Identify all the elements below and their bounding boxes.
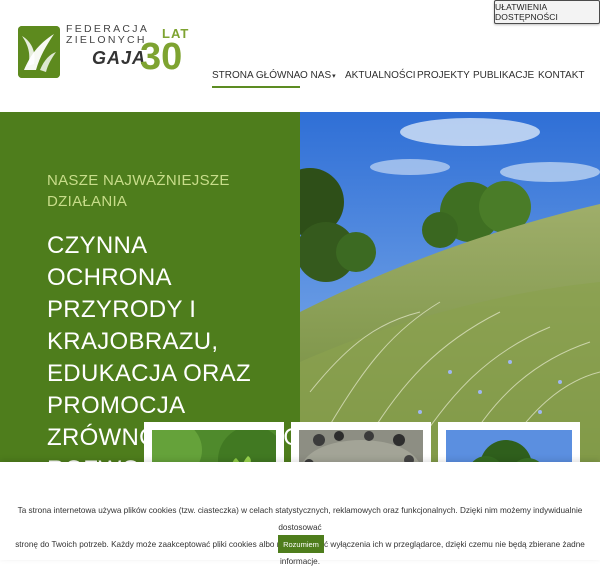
nav-item-projects[interactable]: PROJEKTY xyxy=(417,66,470,86)
hero-headline-line: KRAJOBRAZU, xyxy=(47,328,219,355)
cookie-banner: Ta strona internetowa używa plików cooki… xyxy=(0,462,600,566)
hero-text-panel: NASZE NAJWAŻNIEJSZE DZIAŁANIA CZYNNA OCH… xyxy=(0,112,300,462)
hero-section: NASZE NAJWAŻNIEJSZE DZIAŁANIA CZYNNA OCH… xyxy=(0,112,600,462)
hero-headline-line: CZYNNA xyxy=(47,232,148,259)
site-header: UŁATWIENIA DOSTĘPNOŚCI FEDERACJA ZIELONY… xyxy=(0,0,600,112)
cookie-message-line-1: Ta strona internetowa używa plików cooki… xyxy=(17,506,583,532)
leaf-logo-icon xyxy=(18,26,60,78)
cookie-accept-button[interactable]: Rozumiem xyxy=(278,535,324,553)
hero-kicker: NASZE NAJWAŻNIEJSZE DZIAŁANIA xyxy=(47,170,267,212)
nav-item-home[interactable]: STRONA GŁÓWNA xyxy=(212,66,301,88)
nav-item-contact[interactable]: KONTAKT xyxy=(538,66,584,86)
hero-headline-line: OCHRONA xyxy=(47,264,172,291)
nav-item-label: PUBLIKACJE xyxy=(473,70,535,81)
logo-line-2: ZIELONYCH xyxy=(66,34,147,46)
site-logo[interactable]: FEDERACJA ZIELONYCH GAJA LAT 30 xyxy=(18,24,188,82)
hero-headline-line: PRZYRODY I xyxy=(47,296,197,323)
nav-item-label: AKTUALNOŚCI xyxy=(345,70,416,81)
nav-item-news[interactable]: AKTUALNOŚCI xyxy=(345,66,416,86)
logo-wordmark: FEDERACJA ZIELONYCH GAJA xyxy=(66,24,147,69)
nav-item-label: O NAS xyxy=(300,70,332,81)
hero-kicker-line-2: DZIAŁANIA xyxy=(47,193,128,210)
logo-name: GAJA xyxy=(91,48,146,68)
hero-photo-meadow xyxy=(300,112,600,462)
hero-kicker-line-1: NASZE NAJWAŻNIEJSZE xyxy=(47,172,230,189)
nav-item-publications[interactable]: PUBLIKACJE xyxy=(473,66,534,86)
nav-item-label: PROJEKTY xyxy=(417,70,470,81)
nav-item-about[interactable]: O NAS▾ xyxy=(300,66,336,87)
chevron-down-icon: ▾ xyxy=(332,73,336,80)
nav-item-label: STRONA GŁÓWNA xyxy=(212,70,301,81)
hero-headline-line: PROMOCJA xyxy=(47,392,186,419)
hero-headline-line: EDUKACJA ORAZ xyxy=(47,360,251,387)
accessibility-button[interactable]: UŁATWIENIA DOSTĘPNOŚCI xyxy=(494,0,600,24)
logo-anniversary-number: 30 xyxy=(140,36,183,78)
nav-item-label: KONTAKT xyxy=(538,70,585,81)
